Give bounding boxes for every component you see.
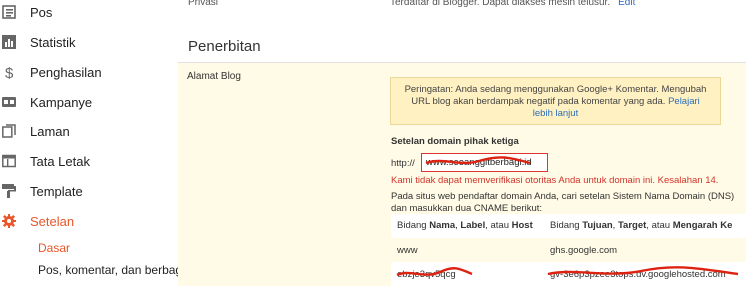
warning-box: Peringatan: Anda sedang menggunakan Goog…	[390, 77, 721, 125]
section-title: Penerbitan	[188, 38, 261, 55]
sidebar-item-label: Template	[30, 183, 83, 199]
sidebar-item-label: Pos	[30, 4, 53, 20]
dns-row-target: ghs.google.com	[550, 245, 618, 256]
sidebar-item-label: Laman	[30, 123, 70, 139]
sidebar-subitem-dasar[interactable]: Dasar	[38, 241, 70, 255]
gear-icon	[2, 214, 16, 228]
sidebar-item-label: Setelan	[30, 213, 75, 229]
blog-address-panel: Alamat Blog Peringatan: Anda sedang meng…	[178, 63, 746, 286]
sidebar-item-label: Tata Letak	[30, 153, 90, 169]
http-prefix: http://	[391, 158, 415, 169]
dns-row-name: ebzje3qv5qcg	[397, 269, 456, 280]
template-icon	[2, 184, 16, 198]
domain-input[interactable]	[421, 153, 548, 172]
sidebar-item-kampanye[interactable]: Kampanye	[0, 88, 178, 116]
posts-icon	[2, 5, 16, 19]
layout-icon	[2, 154, 16, 168]
domain-error-message: Kami tidak dapat memverifikasi otoritas …	[391, 175, 719, 186]
sidebar: Pos Statistik $ Penghasilan Kampanye Lam…	[0, 0, 185, 286]
dns-row-target: gv-3e6p3pzee3tops.dv.googlehosted.com	[550, 269, 726, 280]
sidebar-subitem-pos-komentar[interactable]: Pos, komentar, dan berbagi	[38, 263, 185, 277]
domain-settings-title: Setelan domain pihak ketiga	[391, 136, 519, 147]
sidebar-item-statistik[interactable]: Statistik	[0, 28, 178, 56]
sidebar-item-setelan[interactable]: Setelan	[0, 207, 178, 235]
svg-text:$: $	[5, 65, 14, 79]
dns-header-target: Bidang Tujuan, Target, atau Mengarah Ke	[550, 220, 733, 231]
dns-row-name: www	[397, 245, 418, 256]
warning-text: Peringatan: Anda sedang menggunakan Goog…	[404, 84, 707, 107]
sidebar-item-template[interactable]: Template	[0, 177, 178, 205]
stats-icon	[2, 35, 16, 49]
privacy-label: Privasi	[188, 0, 219, 8]
sidebar-item-penghasilan[interactable]: $ Penghasilan	[0, 58, 178, 86]
privacy-text: Terdaftar di Blogger. Dapat diakses mesi…	[390, 0, 611, 8]
blog-address-label: Alamat Blog	[187, 71, 241, 82]
privacy-edit-link[interactable]: Edit	[618, 0, 635, 8]
sidebar-item-label: Penghasilan	[30, 64, 102, 80]
sidebar-item-laman[interactable]: Laman	[0, 117, 178, 145]
main-content: Privasi Terdaftar di Blogger. Dapat diak…	[178, 0, 746, 286]
dns-header-name: Bidang Nama, Label, atau Host	[397, 220, 533, 231]
pages-icon	[2, 124, 16, 138]
sidebar-item-pos[interactable]: Pos	[0, 0, 178, 26]
sidebar-item-label: Statistik	[30, 34, 76, 50]
campaign-icon	[2, 97, 16, 107]
sidebar-item-label: Kampanye	[30, 94, 93, 110]
dollar-icon: $	[5, 65, 14, 79]
privacy-value: Terdaftar di Blogger. Dapat diakses mesi…	[390, 0, 635, 8]
dns-instructions: Pada situs web pendaftar domain Anda, ca…	[391, 191, 735, 214]
sidebar-item-tata-letak[interactable]: Tata Letak	[0, 147, 178, 175]
